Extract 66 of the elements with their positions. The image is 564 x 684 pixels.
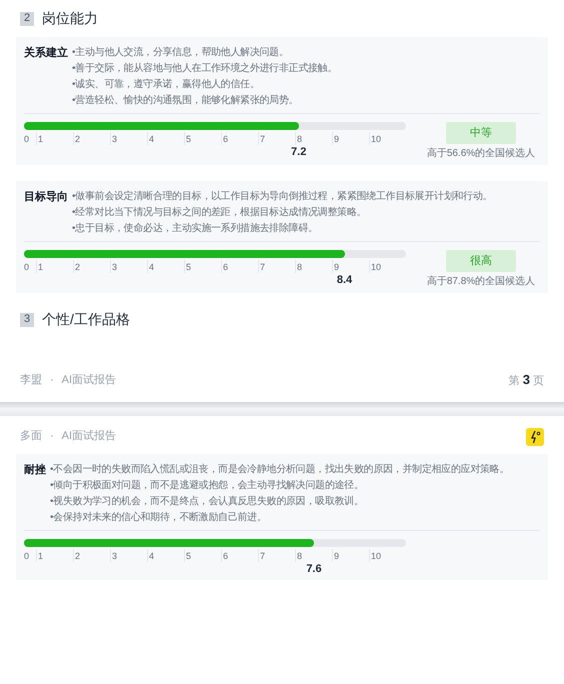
tick-label: 3: [112, 262, 118, 272]
tick-label: 9: [334, 134, 340, 144]
trait-label: 耐挫: [24, 462, 46, 478]
tick-label: 0: [24, 550, 30, 560]
tick-label: 2: [75, 262, 80, 272]
section-title: 个性/工作品格: [42, 310, 130, 329]
tick-label: 1: [38, 134, 44, 144]
tick-label: 4: [149, 550, 154, 560]
header-separator: ·: [50, 429, 54, 444]
tick-label: 8: [297, 262, 302, 272]
tick-label: 7: [260, 550, 266, 560]
tick-label: 3: [112, 550, 118, 560]
footer-separator: ·: [50, 372, 54, 388]
score-value: 7.6: [306, 562, 322, 576]
tick-label: 9: [334, 550, 340, 560]
tick-label: 1: [38, 550, 44, 560]
footer-report-title: AI面试报告: [62, 372, 116, 388]
tick-label: 4: [149, 134, 154, 144]
rating-badge: 很高: [446, 250, 516, 272]
trait-description: •会保持对未来的信心和期待，不断激励自己前进。: [50, 510, 268, 524]
tick-label: 5: [186, 134, 192, 144]
tick-label: 3: [112, 134, 118, 144]
header-brand: 多面: [20, 429, 42, 444]
percentile-text: 高于87.8%的全国候选人: [426, 274, 536, 289]
tick-label: 10: [371, 550, 382, 560]
trait-label: 目标导向: [24, 190, 68, 205]
trait-description: •视失败为学习的机会，而不是终点，会认真反思失败的原因，吸取教训。: [50, 494, 365, 508]
tick-label: 5: [186, 550, 192, 560]
tick-label: 2: [75, 134, 80, 144]
trait-description: •做事前会设定清晰合理的目标，以工作目标为导向倒推过程，紧紧围绕工作目标展开计划和行动。: [72, 190, 492, 204]
percentile-text: 高于56.6%的全国候选人: [426, 146, 536, 161]
tick-label: 4: [149, 262, 154, 272]
tick-label: 10: [371, 262, 382, 272]
tick-label: 8: [297, 550, 302, 560]
trait-description: •经常对比当下情况与目标之间的差距，根据目标达成情况调整策略。: [72, 206, 368, 220]
trait-label: 关系建立: [24, 46, 68, 61]
score-value: 7.2: [291, 145, 306, 159]
trait-description: •不会因一时的失败而陷入慌乱或沮丧，而是会冷静地分析问题，找出失败的原因，并制定相应的应对策略。: [50, 462, 510, 476]
tick-label: 6: [223, 550, 228, 560]
section-number: 2: [20, 12, 34, 26]
tick-label: 8: [297, 134, 302, 144]
tick-label: 0: [24, 262, 30, 272]
rating-badge: 中等: [446, 122, 516, 144]
section-number: 3: [20, 312, 34, 326]
score-value: 8.4: [336, 273, 352, 287]
tick-label: 6: [223, 262, 228, 272]
tick-label: 6: [223, 134, 228, 144]
tick-label: 1: [38, 262, 44, 272]
section-title: 岗位能力: [42, 9, 98, 28]
page-number: 第 3 页: [508, 371, 544, 389]
trait-description: •倾向于积极面对问题，而不是逃避或抱怨，会主动寻找解决问题的途径。: [50, 478, 365, 492]
trait-description: •忠于目标，使命必达，主动实施一系列措施去排除障碍。: [72, 222, 319, 236]
tick-label: 5: [186, 262, 192, 272]
tick-label: 2: [75, 550, 80, 560]
trait-description: •营造轻松、愉快的沟通氛围，能够化解紧张的局势。: [72, 94, 300, 108]
tick-label: 0: [24, 134, 30, 144]
tick-label: 9: [334, 262, 340, 272]
footer-author: 李盟: [20, 372, 42, 388]
trait-description: •诚实、可靠，遵守承诺，赢得他人的信任。: [72, 78, 261, 92]
trait-description: •善于交际，能从容地与他人在工作环境之外进行非正式接触。: [72, 62, 338, 76]
tick-label: 10: [371, 134, 382, 144]
trait-description: •主动与他人交流，分享信息，帮助他人解决问题。: [72, 46, 290, 60]
header-report-title: AI面试报告: [62, 428, 116, 444]
tick-label: 7: [260, 134, 266, 144]
tick-label: 7: [260, 262, 266, 272]
lightning-icon: [526, 428, 544, 446]
